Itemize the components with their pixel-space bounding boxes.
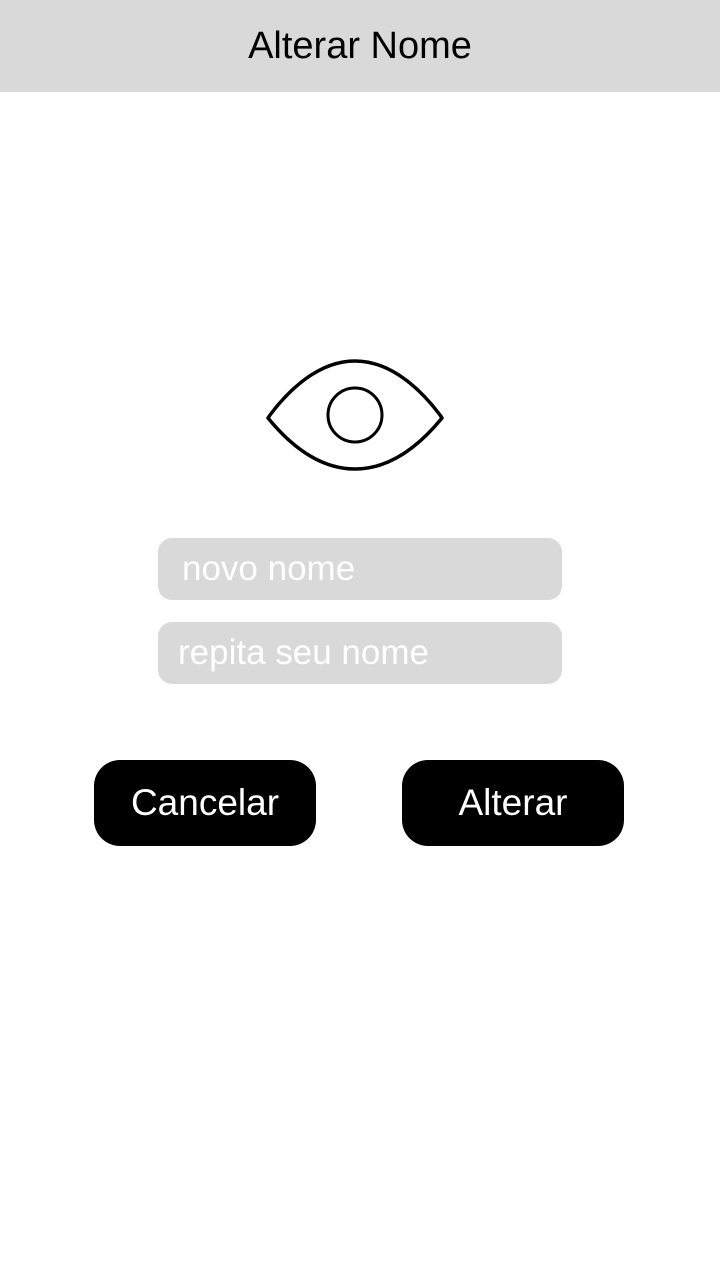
change-name-screen: Alterar Nome Cancelar Alterar [0, 0, 720, 1280]
repeat-name-field[interactable] [158, 622, 562, 684]
page-title: Alterar Nome [248, 24, 472, 67]
eye-icon [266, 359, 444, 471]
new-name-field[interactable] [158, 538, 562, 600]
change-button[interactable]: Alterar [402, 760, 624, 846]
app-header: Alterar Nome [0, 0, 720, 92]
cancel-button[interactable]: Cancelar [94, 760, 316, 846]
